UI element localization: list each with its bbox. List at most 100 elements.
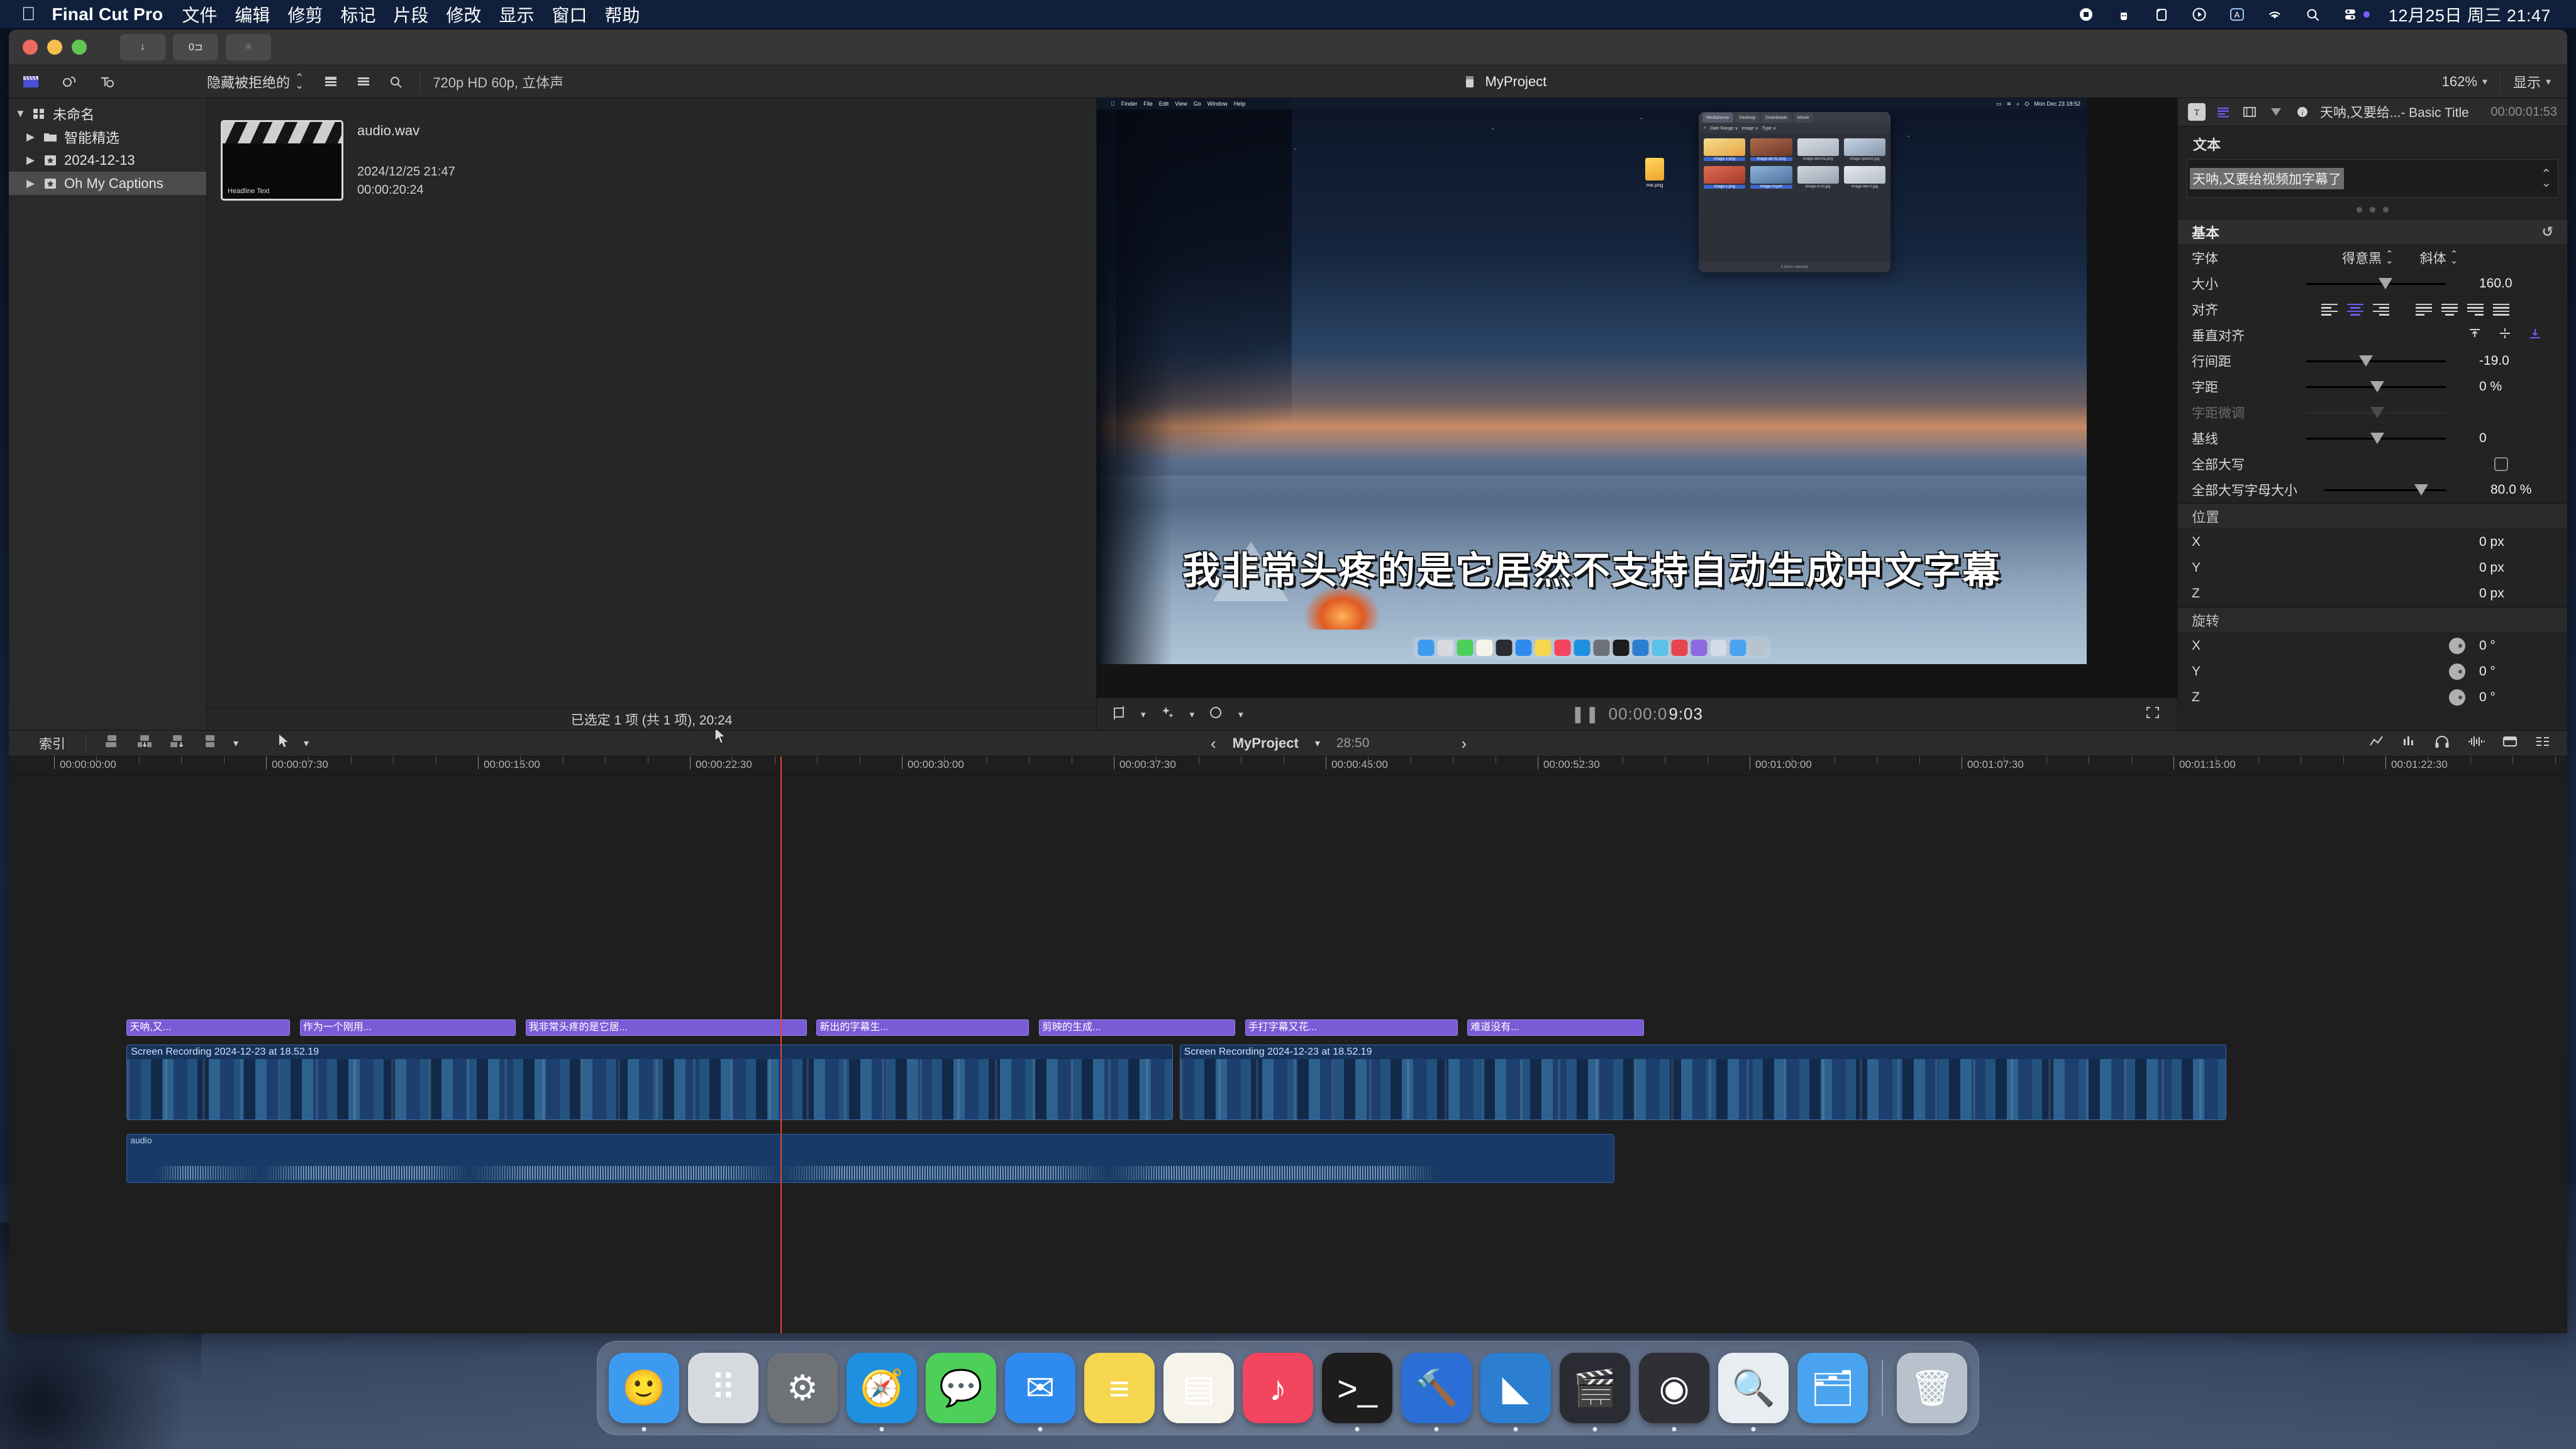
select-tool-icon[interactable] bbox=[277, 733, 290, 753]
timeline-video-clip[interactable]: Screen Recording 2024-12-23 at 18.52.19 bbox=[126, 1045, 1174, 1120]
menu-item-clip[interactable]: 片段 bbox=[393, 2, 428, 27]
timeline-title-clip[interactable]: 手打字幕又花... bbox=[1245, 1019, 1458, 1036]
dock-vscode-icon[interactable]: ◣ bbox=[1480, 1353, 1551, 1431]
timeline-title-clip[interactable]: 难道没有... bbox=[1467, 1019, 1644, 1036]
baseline-slider[interactable] bbox=[2306, 432, 2446, 445]
dock-finder-icon[interactable]: 🙂 bbox=[609, 1353, 679, 1431]
tracking-slider[interactable] bbox=[2306, 380, 2446, 393]
search-icon[interactable] bbox=[2303, 5, 2322, 24]
valign-middle-icon[interactable] bbox=[2498, 327, 2512, 343]
clip-appearance-icon[interactable] bbox=[2502, 734, 2518, 753]
enhancements-icon[interactable] bbox=[1160, 705, 1176, 724]
chevron-updown-icon-font[interactable]: ⌃ ⌄ bbox=[2385, 250, 2394, 266]
dock-final-cut-pro-icon[interactable]: 🎬 bbox=[1560, 1353, 1630, 1431]
timeline-title-clip[interactable]: 我非常头疼的是它居... bbox=[525, 1019, 807, 1036]
background-tasks-button[interactable]: ✳ bbox=[226, 34, 271, 60]
valign-top-icon[interactable] bbox=[2468, 327, 2482, 343]
all-caps-size-slider[interactable] bbox=[2324, 484, 2446, 496]
dock-preview-icon[interactable]: 🔍 bbox=[1718, 1353, 1789, 1431]
dock-xcode-icon[interactable]: 🔨 bbox=[1401, 1353, 1472, 1431]
text-stepper-icon[interactable]: ⌃ ⌄ bbox=[2541, 168, 2551, 189]
param-value-line-spacing[interactable]: -19.0 bbox=[2479, 353, 2553, 369]
rotation-x-dial[interactable] bbox=[2449, 638, 2465, 654]
param-value-baseline[interactable]: 0 bbox=[2479, 431, 2553, 446]
dock-reminders-icon[interactable]: ▤ bbox=[1163, 1353, 1234, 1423]
param-value-position-y[interactable]: 0 px bbox=[2479, 560, 2553, 575]
sidebar-item-oh-my-captions[interactable]: ▶ Oh My Captions bbox=[9, 172, 206, 195]
filmstrip-view-icon[interactable] bbox=[320, 71, 341, 92]
close-button[interactable] bbox=[23, 40, 38, 55]
playback-icon[interactable] bbox=[2190, 5, 2209, 24]
photos-audio-icon[interactable] bbox=[58, 71, 79, 92]
apple-logo-icon[interactable]:  bbox=[21, 4, 36, 24]
timeline-video-clip[interactable]: Screen Recording 2024-12-23 at 18.52.19 bbox=[1179, 1045, 2226, 1120]
param-value-all-caps-size[interactable]: 80.0 % bbox=[2490, 482, 2553, 497]
pause-icon[interactable]: ❚❚ bbox=[1571, 704, 1600, 724]
dock-safari-icon[interactable]: 🧭 bbox=[847, 1353, 917, 1431]
param-value-tracking[interactable]: 0 % bbox=[2479, 379, 2553, 394]
pager-dot[interactable] bbox=[2383, 207, 2389, 213]
chevron-updown-icon-style[interactable]: ⌃ ⌄ bbox=[2450, 250, 2458, 266]
clipboard-icon[interactable] bbox=[2152, 5, 2171, 24]
valign-bottom-icon[interactable] bbox=[2528, 327, 2542, 343]
viewer-display-menu[interactable]: 显示 bbox=[2513, 72, 2541, 92]
libraries-icon[interactable] bbox=[20, 71, 42, 92]
list-view-icon[interactable] bbox=[353, 71, 374, 92]
insert-icon[interactable] bbox=[135, 733, 154, 753]
justify-right-icon[interactable] bbox=[2467, 303, 2484, 316]
dock-music-icon[interactable]: ♪ bbox=[1243, 1353, 1313, 1423]
param-value-rotation-z[interactable]: 0 ° bbox=[2479, 690, 2553, 705]
disclosure-triangle-icon[interactable]: ▼ bbox=[15, 108, 26, 120]
all-caps-checkbox[interactable] bbox=[2494, 457, 2508, 471]
search-icon[interactable] bbox=[386, 71, 407, 92]
audio-meters-icon[interactable] bbox=[2401, 734, 2418, 753]
color-inspector-icon[interactable] bbox=[2267, 103, 2285, 121]
viewer-canvas[interactable]:  Finder File Edit View Go Window Help ▭… bbox=[1097, 98, 2177, 697]
dock-figma-icon[interactable]: ◉ bbox=[1639, 1353, 1709, 1431]
text-pager-dots[interactable] bbox=[2178, 198, 2567, 219]
timeline-title-clip[interactable]: 作为一个刚用... bbox=[299, 1019, 516, 1036]
timeline-title-clip[interactable]: 新出的字幕生... bbox=[816, 1019, 1030, 1036]
chevron-down-icon-transform[interactable]: ▾ bbox=[1141, 709, 1146, 720]
size-slider[interactable] bbox=[2306, 277, 2446, 290]
param-value-position-z[interactable]: 0 px bbox=[2479, 586, 2553, 601]
clip-thumbnail[interactable]: Headline Text bbox=[221, 120, 343, 201]
rotation-y-dial[interactable] bbox=[2449, 663, 2465, 680]
timeline-index-button[interactable]: 索引 bbox=[9, 734, 86, 753]
chevron-down-icon-edit[interactable]: ▾ bbox=[233, 737, 238, 750]
param-value-rotation-x[interactable]: 0 ° bbox=[2479, 638, 2553, 653]
retime-icon[interactable] bbox=[2368, 734, 2385, 753]
justify-center-icon[interactable] bbox=[2441, 303, 2458, 316]
font-style-popup[interactable]: 斜体 bbox=[2420, 248, 2446, 267]
append-icon[interactable] bbox=[103, 733, 121, 753]
menu-item-view[interactable]: 显示 bbox=[499, 2, 534, 27]
dock-trash-icon[interactable]: 🗑 bbox=[1897, 1353, 1967, 1423]
param-value-position-x[interactable]: 0 px bbox=[2479, 535, 2553, 550]
next-project-button[interactable]: › bbox=[1461, 734, 1467, 753]
dock-messages-icon[interactable]: 💬 bbox=[926, 1353, 996, 1423]
chevron-down-icon-share[interactable]: ▾ bbox=[1238, 709, 1243, 720]
disclosure-triangle-icon-3[interactable]: ▶ bbox=[26, 154, 36, 167]
input-source-A-icon[interactable]: A bbox=[2228, 5, 2246, 24]
timeline-title-clip[interactable]: 剪映的生成... bbox=[1039, 1019, 1235, 1036]
stop-record-icon[interactable] bbox=[2077, 5, 2096, 24]
menu-item-window[interactable]: 窗口 bbox=[552, 2, 587, 27]
share-viewer-icon[interactable] bbox=[1208, 705, 1224, 724]
chevron-down-icon-enhance[interactable]: ▾ bbox=[1190, 709, 1195, 720]
menu-item-file[interactable]: 文件 bbox=[182, 2, 217, 27]
media-browser[interactable]: Headline Text audio.wav 2024/12/25 21:47… bbox=[207, 98, 1097, 744]
timeline-playhead[interactable] bbox=[780, 757, 782, 1333]
dock-system-settings-icon[interactable]: ⚙ bbox=[767, 1353, 838, 1423]
timeline-title-clip[interactable]: 天呐,又... bbox=[126, 1019, 291, 1036]
menu-item-trim[interactable]: 修剪 bbox=[287, 2, 323, 27]
dock-launchpad-icon[interactable]: ⠿ bbox=[688, 1353, 758, 1423]
index-icon[interactable] bbox=[2534, 734, 2551, 753]
transform-icon[interactable] bbox=[1111, 705, 1127, 724]
keyword-editor-button[interactable]: 0⊐ bbox=[173, 34, 218, 60]
disclosure-triangle-icon-4[interactable]: ▶ bbox=[26, 177, 36, 190]
titles-generators-icon[interactable] bbox=[96, 71, 117, 92]
menu-bar-clock[interactable]: 12月25日 周三 21:47 bbox=[2389, 2, 2551, 26]
headphones-icon[interactable] bbox=[2434, 734, 2450, 753]
rotation-z-dial[interactable] bbox=[2449, 689, 2465, 706]
zoom-button[interactable] bbox=[72, 40, 87, 55]
